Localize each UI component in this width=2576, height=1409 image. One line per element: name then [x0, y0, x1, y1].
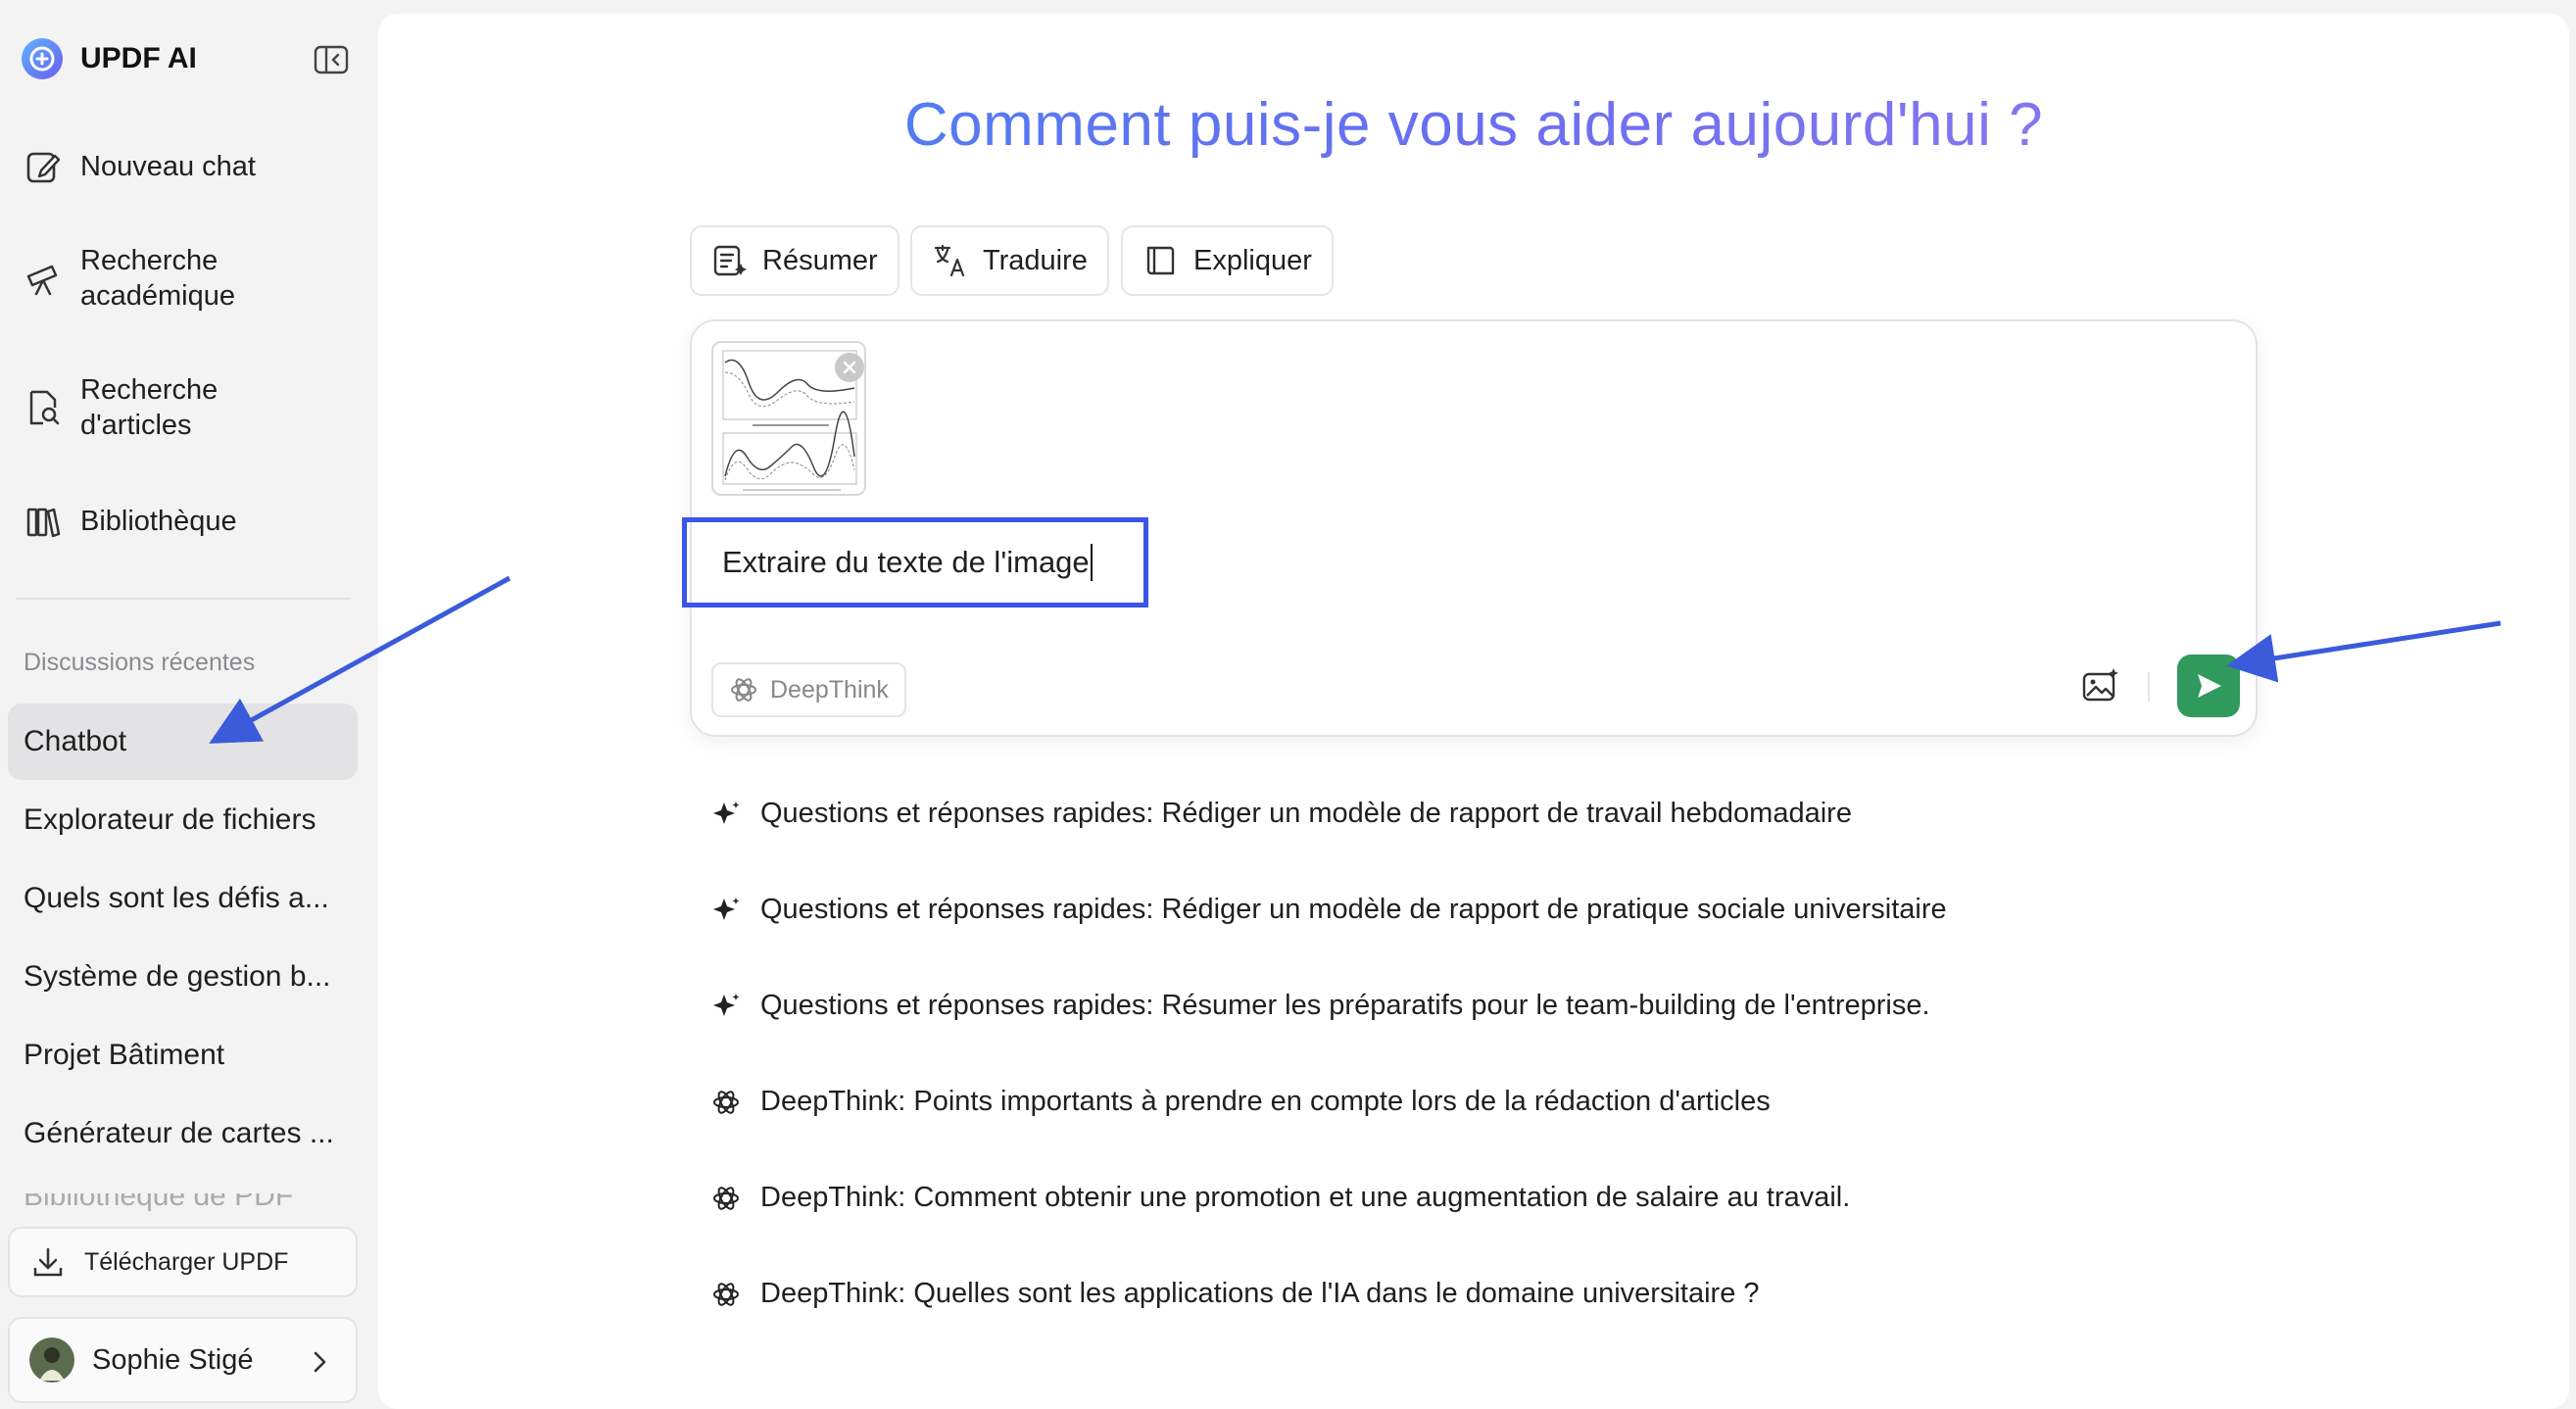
collapse-sidebar-icon[interactable]	[314, 45, 349, 74]
sidebar-divider	[16, 598, 351, 600]
main-panel: Comment puis-je vous aider aujourd'hui ?…	[378, 14, 2569, 1409]
recent-chat-chatbot[interactable]: Chatbot	[8, 704, 358, 780]
deepthink-toggle[interactable]: DeepThink	[711, 662, 906, 717]
send-button[interactable]	[2177, 655, 2240, 717]
recent-discussions-title: Discussions récentes	[24, 649, 256, 676]
summarize-icon	[713, 245, 747, 276]
recent-chat-management-system[interactable]: Système de gestion b...	[8, 939, 358, 1015]
app-name: UPDF AI	[80, 42, 197, 74]
recent-chat-pdf-library[interactable]: Bibliothèque de PDF	[8, 1193, 358, 1213]
nav-new-chat-label: Nouveau chat	[80, 151, 256, 182]
brand: UPDF AI	[20, 35, 197, 82]
translate-button[interactable]: Traduire	[910, 225, 1109, 296]
sparkle-icon	[713, 801, 740, 824]
nav-academic-search-label: Recherche académique	[80, 245, 235, 312]
close-icon	[843, 361, 856, 374]
telescope-icon	[26, 265, 58, 296]
nav-article-search-label: Recherche d'articles	[80, 374, 219, 441]
translate-label: Traduire	[983, 244, 1088, 276]
download-updf-label: Télécharger UPDF	[84, 1247, 289, 1276]
nav-library-label: Bibliothèque	[80, 506, 237, 537]
prompt-input-value: Extraire du texte de l'image	[722, 545, 1090, 579]
translate-icon	[934, 244, 965, 277]
image-attachment-thumbnail[interactable]	[711, 341, 866, 496]
suggestion-item[interactable]: DeepThink: Quelles sont les applications…	[711, 1278, 1760, 1310]
suggestion-text: Questions et réponses rapides: Rédiger u…	[760, 798, 1852, 829]
summarize-button[interactable]: Résumer	[690, 225, 899, 296]
nav-article-search[interactable]: Recherche d'articles	[24, 372, 218, 443]
sparkle-icon	[713, 897, 740, 920]
nav-library[interactable]: Bibliothèque	[24, 502, 237, 541]
recent-chat-card-generator[interactable]: Générateur de cartes ...	[8, 1095, 358, 1172]
suggestion-text: Questions et réponses rapides: Résumer l…	[760, 990, 1930, 1021]
document-search-icon	[29, 390, 60, 425]
chevron-right-icon	[314, 1351, 326, 1373]
suggestion-text: DeepThink: Comment obtenir une promotion…	[760, 1182, 1851, 1213]
user-profile[interactable]: Sophie Stigé	[8, 1317, 358, 1403]
suggestion-item[interactable]: DeepThink: Comment obtenir une promotion…	[711, 1182, 1850, 1214]
suggestion-item[interactable]: Questions et réponses rapides: Résumer l…	[711, 990, 1930, 1022]
send-icon	[2198, 674, 2221, 698]
sidebar: UPDF AI Nouveau chat Recherche académiqu…	[0, 0, 372, 1409]
recent-chat-file-explorer[interactable]: Explorateur de fichiers	[8, 782, 358, 858]
updf-logo-icon	[22, 38, 63, 79]
nav-academic-search[interactable]: Recherche académique	[24, 243, 235, 314]
summarize-label: Résumer	[762, 244, 878, 276]
chat-composer: Extraire du texte de l'image DeepThink	[682, 319, 2258, 737]
remove-attachment-button[interactable]	[835, 353, 864, 382]
text-caret	[1090, 544, 1093, 581]
sparkle-icon	[713, 993, 740, 1016]
atom-icon	[713, 1282, 739, 1306]
recent-chat-building-project[interactable]: Projet Bâtiment	[8, 1017, 358, 1093]
download-updf-button[interactable]: Télécharger UPDF	[8, 1227, 358, 1297]
atom-icon	[713, 1186, 739, 1210]
download-icon	[33, 1247, 63, 1277]
suggestion-item[interactable]: DeepThink: Points importants à prendre e…	[711, 1086, 1771, 1118]
edit-icon	[26, 152, 61, 183]
suggestion-item[interactable]: Questions et réponses rapides: Rédiger u…	[711, 798, 1852, 830]
atom-icon	[713, 1090, 739, 1114]
prompt-input[interactable]: Extraire du texte de l'image	[682, 517, 1148, 607]
recent-chat-challenges[interactable]: Quels sont les défis a...	[8, 860, 358, 937]
explain-button[interactable]: Expliquer	[1121, 225, 1334, 296]
page-title: Comment puis-je vous aider aujourd'hui ?	[378, 90, 2569, 160]
nav-new-chat[interactable]: Nouveau chat	[24, 147, 256, 186]
atom-icon	[731, 678, 756, 702]
avatar	[29, 1337, 74, 1383]
book-icon	[1146, 246, 1175, 275]
deepthink-label: DeepThink	[770, 675, 889, 704]
image-upload-icon[interactable]	[2081, 666, 2120, 705]
user-name: Sophie Stigé	[92, 1343, 254, 1376]
suggestion-text: DeepThink: Points importants à prendre e…	[760, 1086, 1771, 1117]
suggestion-text: DeepThink: Quelles sont les applications…	[760, 1278, 1760, 1309]
suggestion-text: Questions et réponses rapides: Rédiger u…	[760, 894, 1947, 925]
library-icon	[26, 508, 61, 538]
composer-separator	[2148, 672, 2150, 702]
suggestion-item[interactable]: Questions et réponses rapides: Rédiger u…	[711, 894, 1947, 926]
explain-label: Expliquer	[1193, 244, 1312, 276]
